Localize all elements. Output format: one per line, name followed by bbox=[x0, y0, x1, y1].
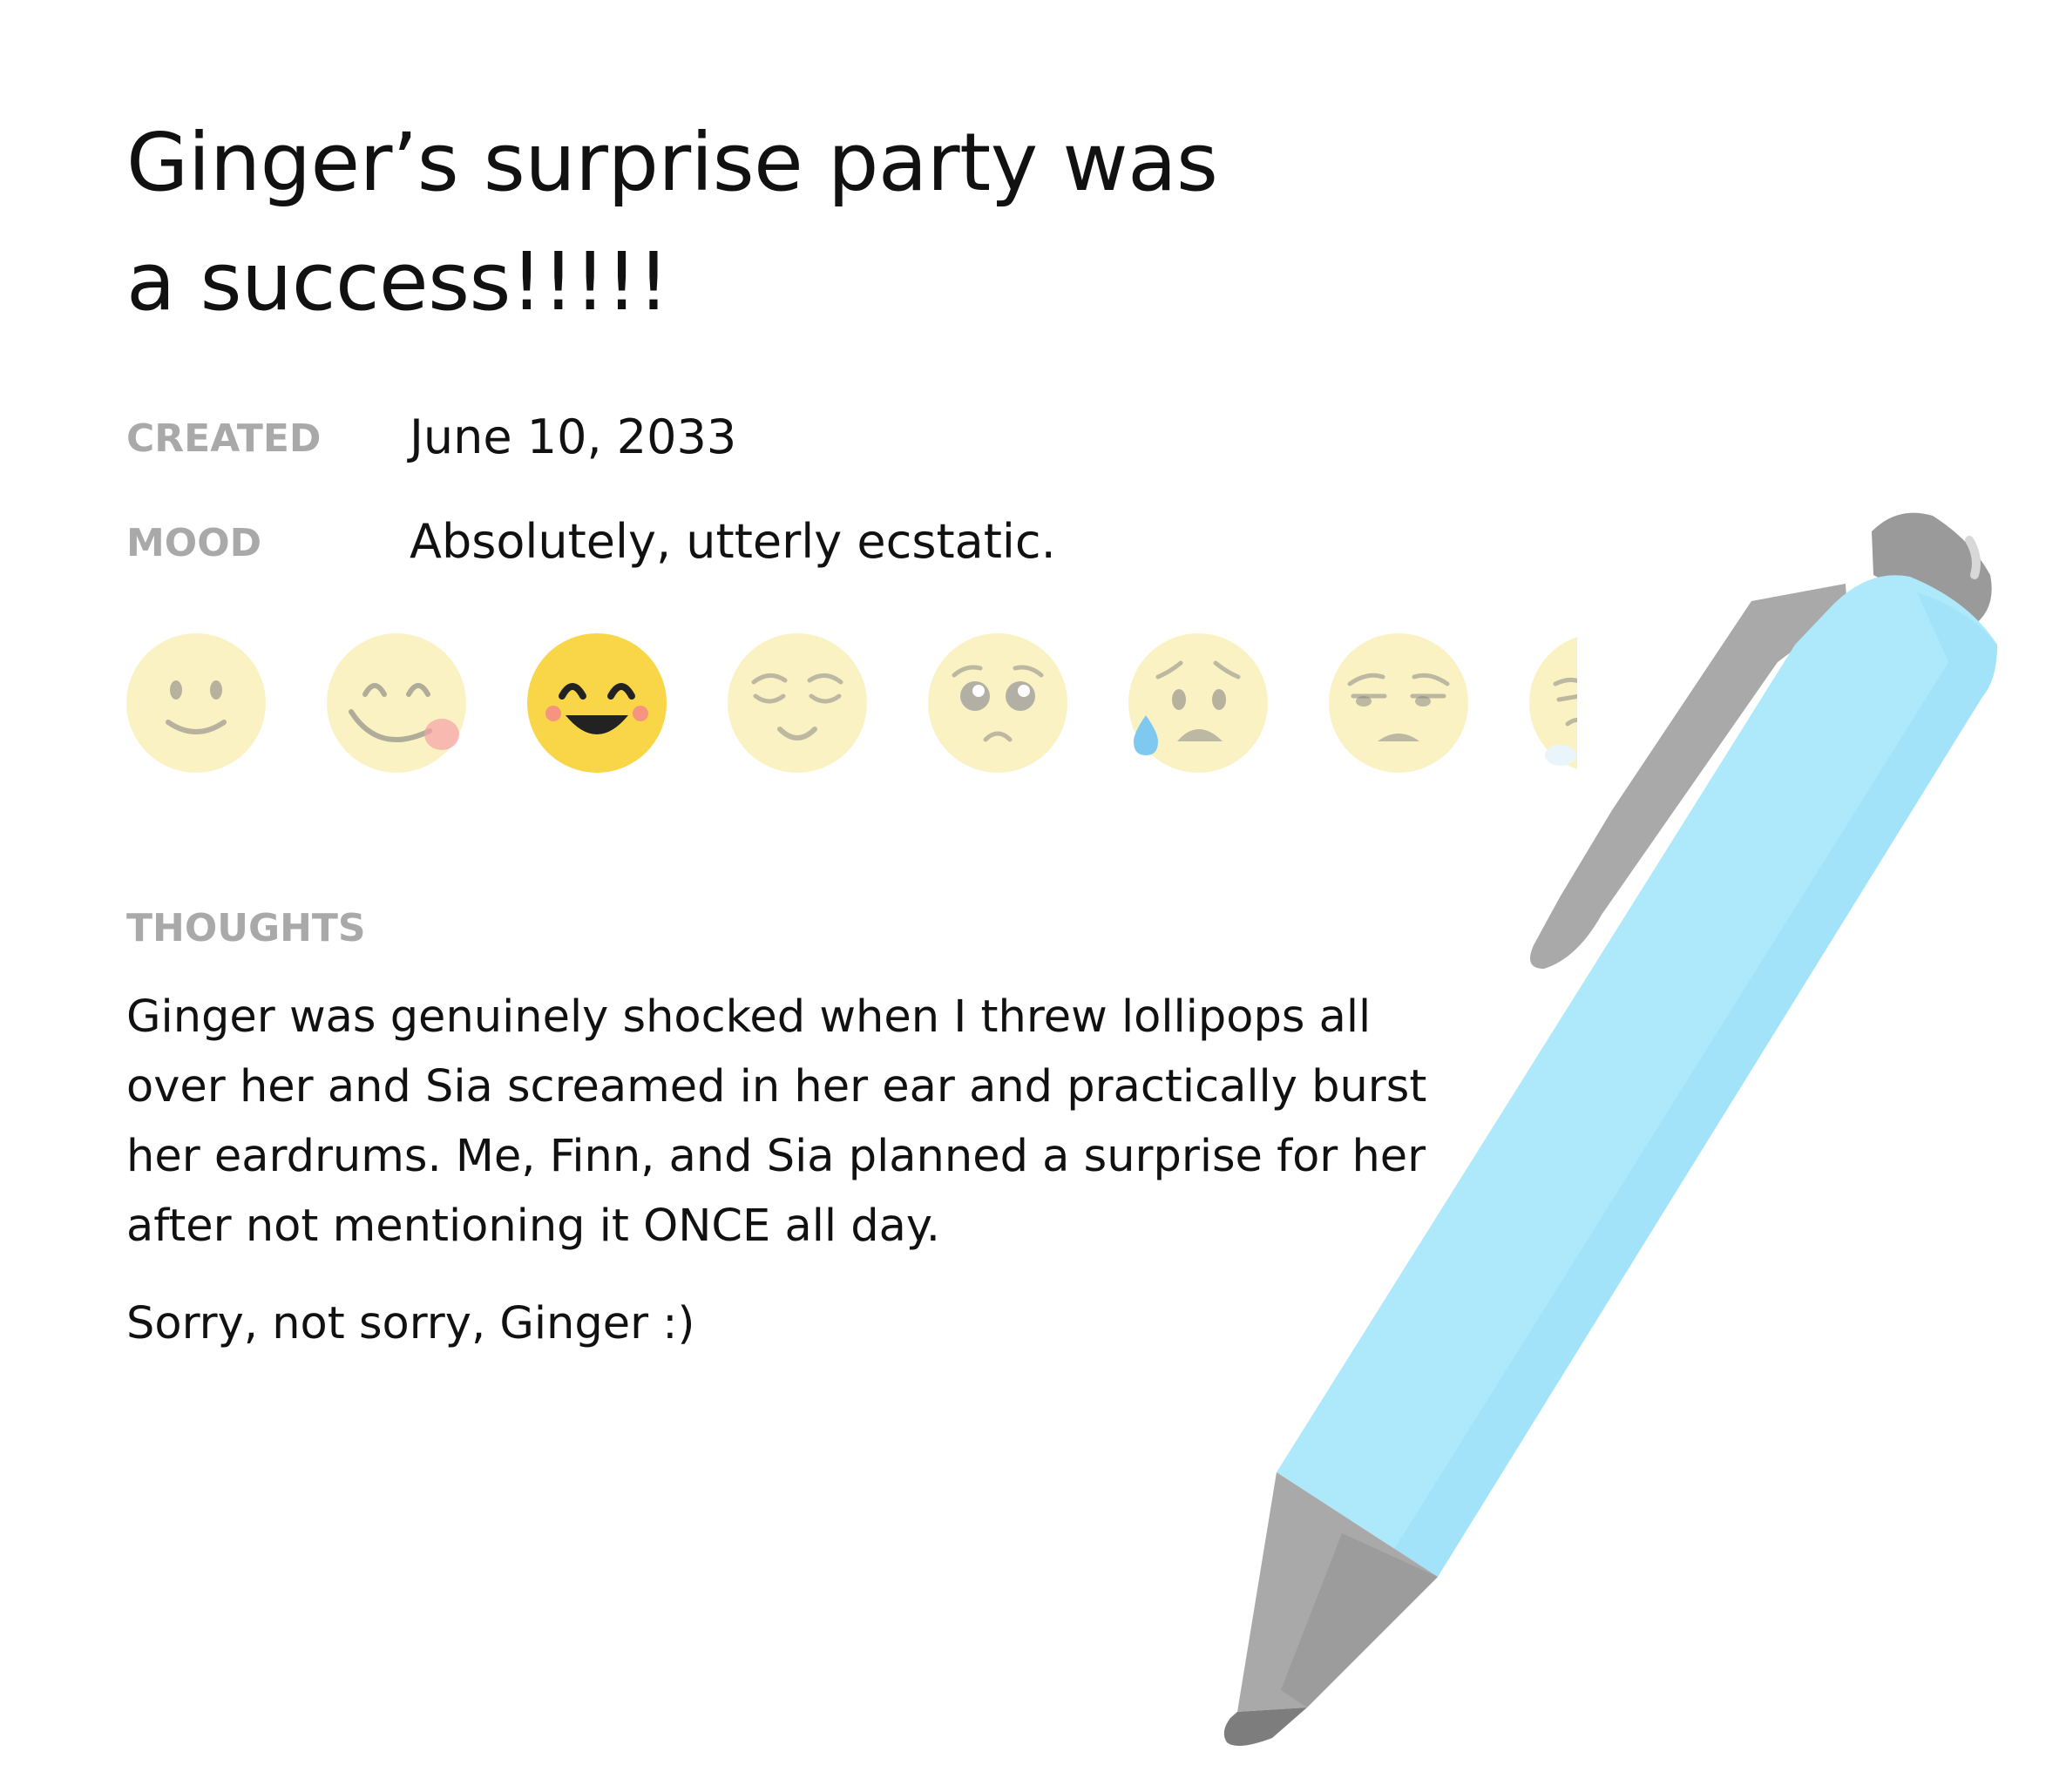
mood-pleading-icon[interactable] bbox=[928, 633, 1067, 773]
mood-label: MOOD bbox=[126, 521, 262, 565]
pen-tip bbox=[1223, 1707, 1307, 1746]
created-date: June 10, 2033 bbox=[410, 409, 737, 464]
entry-title: Ginger’s surprise party was a success!!!… bbox=[126, 116, 1218, 328]
mood-description: Absolutely, utterly ecstatic. bbox=[410, 514, 1056, 569]
mood-relieved-icon[interactable] bbox=[728, 633, 867, 773]
mood-yum-icon[interactable] bbox=[327, 633, 466, 773]
pen-icon bbox=[1223, 512, 1997, 1746]
mood-smiling-eyes-icon[interactable] bbox=[527, 633, 667, 773]
mood-slight-smile-icon[interactable] bbox=[126, 633, 266, 773]
created-label: CREATED bbox=[126, 416, 322, 461]
pen-body bbox=[1277, 575, 1997, 1577]
thoughts-label: THOUGHTS bbox=[126, 906, 366, 950]
